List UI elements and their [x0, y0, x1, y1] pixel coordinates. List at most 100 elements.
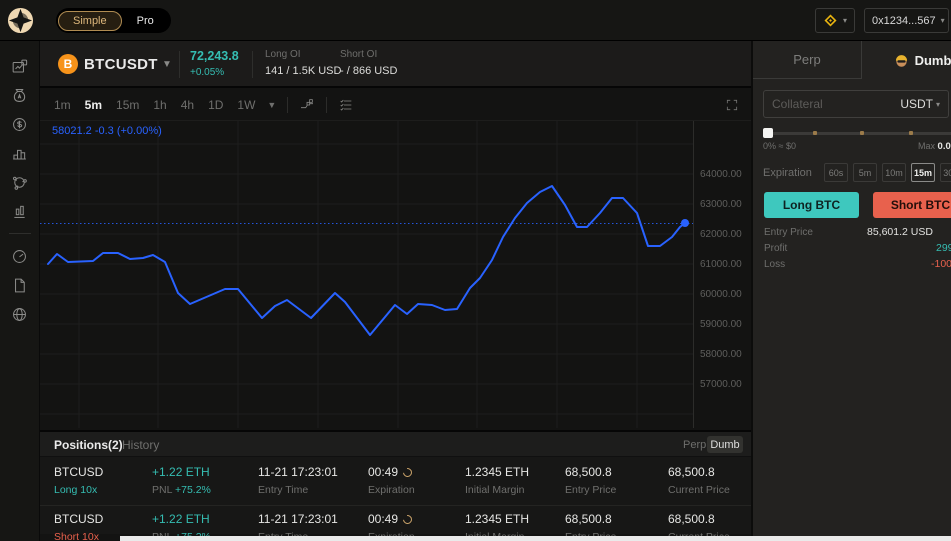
expiration-10m[interactable]: 10m: [882, 163, 906, 182]
svg-text:57000.00: 57000.00: [700, 379, 742, 390]
positions-mode-dumb[interactable]: Dumb: [707, 436, 743, 453]
initial-margin: 1.2345 ETH: [465, 512, 529, 526]
price-block: 72,243.8 +0.05%: [190, 49, 239, 78]
position-symbol: BTCUSD: [54, 512, 103, 526]
slider-step-dot[interactable]: [909, 131, 913, 135]
wallet-address-button[interactable]: 0x1234...567 ▾: [864, 8, 949, 33]
leaderboard-icon[interactable]: [10, 143, 30, 163]
expiration-label: Expiration: [763, 167, 812, 179]
chevron-down-icon: ▾: [843, 16, 847, 25]
price-line-series: [48, 186, 685, 335]
entry-price-label: Entry Price: [565, 484, 616, 496]
mode-toggle: Simple Pro: [56, 8, 171, 33]
entry-time: 11-21 17:23:01: [258, 512, 338, 526]
docs-icon[interactable]: [10, 275, 30, 295]
svg-text:58000.00: 58000.00: [700, 349, 742, 360]
entry-time: 11-21 17:23:01: [258, 465, 338, 479]
timeframe-1w[interactable]: 1W: [237, 98, 255, 112]
chevron-down-icon: ▾: [941, 16, 945, 25]
expiration-60s[interactable]: 60s: [824, 163, 848, 182]
app-root: Simple Pro ▾ 0x1234...567 ▾: [0, 0, 951, 541]
current-price-label: Current Price: [668, 484, 730, 496]
positions-header: Positions(2) History Perp Dumb: [40, 432, 751, 457]
chain-selector-button[interactable]: ▾: [815, 8, 855, 33]
leverage-slider-track[interactable]: [763, 132, 951, 135]
language-globe-icon[interactable]: [10, 304, 30, 324]
short-oi-label: Short OI: [340, 49, 397, 60]
wallet-address: 0x1234...567: [872, 15, 936, 27]
price-change: +0.05%: [190, 67, 239, 78]
top-bar: Simple Pro ▾ 0x1234...567 ▾: [0, 0, 951, 41]
trade-icon[interactable]: [10, 56, 30, 76]
chart-gridlines: [40, 121, 693, 428]
stats-icon[interactable]: [10, 201, 30, 221]
long-oi-label: Long OI: [265, 49, 341, 60]
tab-perp[interactable]: Perp: [753, 41, 862, 79]
svg-text:63000.00: 63000.00: [700, 199, 742, 210]
chevron-down-icon: ▾: [936, 100, 940, 109]
mode-pro-button[interactable]: Pro: [122, 12, 169, 30]
collateral-currency-select[interactable]: USDT ▾: [900, 97, 940, 111]
pnl-label: PNL: [152, 484, 172, 496]
collateral-input[interactable]: [772, 97, 900, 111]
sidebar-nav: [0, 41, 40, 541]
ticker-bar: B BTCUSDT ▼ 72,243.8 +0.05% Long OI 141 …: [40, 41, 751, 88]
initial-margin: 1.2345 ETH: [465, 465, 529, 479]
chart-toolbar: 1m 5m 15m 1h 4h 1D 1W ▼: [40, 90, 751, 121]
history-clock-icon[interactable]: [10, 246, 30, 266]
short-btc-button[interactable]: Short BTC: [873, 192, 951, 218]
pnl-value: +75.2%: [175, 484, 211, 496]
pair-selector[interactable]: BTCUSDT: [84, 56, 158, 73]
price-chart[interactable]: 58021.2 -0.3 (+0.00%) 64000.00 63000.00 62…: [40, 121, 751, 428]
timeframe-1d[interactable]: 1D: [208, 98, 223, 112]
entry-time-label: Entry Time: [258, 484, 338, 496]
chart-settings-icon[interactable]: [338, 97, 354, 113]
timeframe-1m[interactable]: 1m: [54, 98, 71, 112]
expiration-countdown: 00:49: [368, 465, 398, 479]
sidebar-divider: [9, 233, 31, 234]
indicators-icon[interactable]: [299, 97, 315, 113]
timeframe-15m[interactable]: 15m: [116, 98, 139, 112]
timeframe-5m[interactable]: 5m: [85, 98, 102, 112]
slider-step-dot[interactable]: [860, 131, 864, 135]
expiration-5m[interactable]: 5m: [853, 163, 877, 182]
expiration-30m[interactable]: 30m: [940, 163, 951, 182]
positions-panel: Positions(2) History Perp Dumb BTCUSDLon…: [40, 430, 751, 534]
chevron-down-icon[interactable]: ▼: [162, 59, 172, 70]
timeframe-1h[interactable]: 1h: [153, 98, 166, 112]
slider-step-dot[interactable]: [813, 131, 817, 135]
svg-text:64000.00: 64000.00: [700, 169, 742, 180]
position-size: +1.22 ETH: [152, 465, 211, 479]
long-btc-button[interactable]: Long BTC: [764, 192, 859, 218]
timeframe-more-chevron-icon[interactable]: ▼: [267, 100, 276, 110]
app-logo-icon[interactable]: [7, 7, 34, 34]
current-price: 68,500.8: [668, 512, 730, 526]
tab-history[interactable]: History: [122, 438, 159, 452]
initial-margin-label: Initial Margin: [465, 484, 529, 496]
tab-dumb[interactable]: Dumb: [862, 41, 951, 79]
leverage-slider-handle[interactable]: [763, 128, 773, 138]
chart-info-line: 58021.2 -0.3 (+0.00%): [52, 125, 162, 137]
slider-value-label: 0% ≈ $0: [763, 141, 796, 151]
rewards-dollar-icon[interactable]: [10, 114, 30, 134]
position-side: Short 10x: [54, 531, 103, 541]
position-row-long[interactable]: BTCUSDLong 10x +1.22 ETHPNL +75.2% 11-21…: [40, 459, 751, 502]
tab-positions[interactable]: Positions(2): [54, 438, 123, 452]
svg-text:62000.00: 62000.00: [700, 229, 742, 240]
mode-simple-button[interactable]: Simple: [58, 11, 122, 31]
earn-moneybag-icon[interactable]: [10, 85, 30, 105]
expiration-15m[interactable]: 15m: [911, 163, 935, 182]
main-area: B BTCUSDT ▼ 72,243.8 +0.05% Long OI 141 …: [40, 41, 751, 541]
divider: [287, 97, 288, 113]
timeframe-4h[interactable]: 4h: [181, 98, 194, 112]
expiration-countdown: 00:49: [368, 512, 398, 526]
entry-price-value: 85,601.2 USD: [867, 226, 933, 238]
trade-panel-tabs: Perp Dumb: [753, 41, 951, 79]
svg-text:59000.00: 59000.00: [700, 319, 742, 330]
countdown-spinner-icon: [401, 513, 414, 526]
entry-price: 68,500.8: [565, 512, 616, 526]
fullscreen-icon[interactable]: [725, 98, 739, 112]
positions-mode-perp[interactable]: Perp: [683, 439, 706, 451]
network-globe-icon[interactable]: [10, 172, 30, 192]
countdown-spinner-icon: [401, 466, 414, 479]
